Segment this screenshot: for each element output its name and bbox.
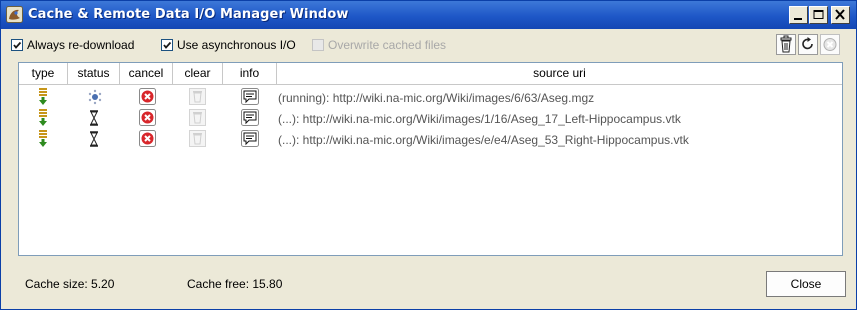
cancel-download-button[interactable] xyxy=(139,130,156,151)
column-header-source-uri[interactable]: source uri xyxy=(277,63,842,84)
close-window-button[interactable] xyxy=(831,6,850,24)
download-icon xyxy=(37,88,51,109)
column-header-cancel[interactable]: cancel xyxy=(120,63,173,84)
clear-button-disabled[interactable] xyxy=(189,109,206,130)
close-button[interactable]: Close xyxy=(766,271,846,297)
download-icon xyxy=(37,109,51,130)
table-row[interactable]: (...): http://wiki.na-mic.org/Wiki/image… xyxy=(19,109,842,130)
source-uri: (...): http://wiki.na-mic.org/Wiki/image… xyxy=(278,133,689,147)
cancel-download-button[interactable] xyxy=(139,109,156,130)
speech-bubble-icon xyxy=(241,88,259,105)
column-header-status[interactable]: status xyxy=(68,63,120,84)
cancel-all-icon xyxy=(823,38,837,51)
info-button[interactable] xyxy=(241,130,259,151)
source-uri: (running): http://wiki.na-mic.org/Wiki/i… xyxy=(278,91,595,105)
overwrite-cached-label: Overwrite cached files xyxy=(328,38,447,52)
refresh-icon xyxy=(802,37,813,50)
trash-icon xyxy=(189,109,206,126)
close-icon xyxy=(835,9,845,20)
app-icon xyxy=(6,6,23,23)
table-row[interactable]: (...): http://wiki.na-mic.org/Wiki/image… xyxy=(19,130,842,151)
cancel-download-button[interactable] xyxy=(139,88,156,109)
download-icon xyxy=(37,130,51,151)
options-toolbar: Always re-download Use asynchronous I/O … xyxy=(1,29,856,61)
trash-icon xyxy=(780,35,792,53)
trash-icon xyxy=(189,88,206,105)
cancel-icon xyxy=(139,88,156,105)
overwrite-cached-checkbox[interactable] xyxy=(312,39,324,51)
hourglass-icon xyxy=(88,109,102,130)
source-uri: (...): http://wiki.na-mic.org/Wiki/image… xyxy=(278,112,681,126)
running-status-icon xyxy=(87,88,103,109)
cancel-all-button[interactable] xyxy=(820,34,840,55)
minimize-button[interactable] xyxy=(789,6,808,24)
always-redownload-label: Always re-download xyxy=(27,38,135,52)
clear-button-disabled[interactable] xyxy=(189,88,206,109)
clear-button-disabled[interactable] xyxy=(189,130,206,151)
clear-cache-button[interactable] xyxy=(776,34,796,55)
info-button[interactable] xyxy=(241,109,259,130)
trash-icon xyxy=(189,130,206,147)
table-header: type status cancel clear info source uri xyxy=(19,63,842,85)
cache-size-label: Cache size: 5.20 xyxy=(25,277,115,291)
speech-bubble-icon xyxy=(241,109,259,126)
cache-free-label: Cache free: 15.80 xyxy=(187,277,283,291)
refresh-button[interactable] xyxy=(798,34,818,55)
async-io-checkbox[interactable] xyxy=(161,39,173,51)
always-redownload-checkbox[interactable] xyxy=(11,39,23,51)
cache-manager-window: Cache & Remote Data I/O Manager Window A… xyxy=(0,0,857,310)
cancel-icon xyxy=(139,109,156,126)
speech-bubble-icon xyxy=(241,130,259,147)
column-header-clear[interactable]: clear xyxy=(173,63,223,84)
cancel-icon xyxy=(139,130,156,147)
transfer-list: type status cancel clear info source uri xyxy=(18,62,843,256)
column-header-type[interactable]: type xyxy=(19,63,68,84)
async-io-label: Use asynchronous I/O xyxy=(177,38,296,52)
title-bar[interactable]: Cache & Remote Data I/O Manager Window xyxy=(1,1,856,29)
table-row[interactable]: (running): http://wiki.na-mic.org/Wiki/i… xyxy=(19,88,842,109)
column-header-info[interactable]: info xyxy=(223,63,277,84)
window-title: Cache & Remote Data I/O Manager Window xyxy=(28,7,349,22)
maximize-icon xyxy=(813,10,824,19)
maximize-button[interactable] xyxy=(809,6,828,24)
minimize-icon xyxy=(794,18,802,20)
info-button[interactable] xyxy=(241,88,259,109)
hourglass-icon xyxy=(88,130,102,151)
